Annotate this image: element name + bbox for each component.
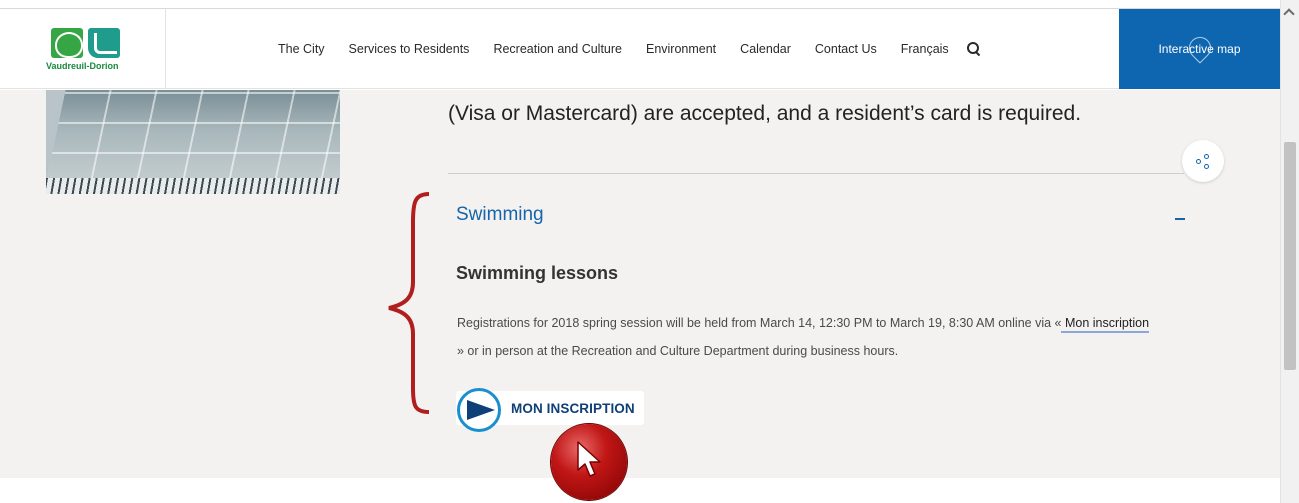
intro-paragraph: (Visa or Mastercard) are accepted, and a… (448, 102, 1082, 125)
main-content: (Visa or Mastercard) are accepted, and a… (0, 90, 1280, 478)
nav-item-environment[interactable]: Environment (646, 42, 716, 56)
scroll-up-arrow-icon[interactable] (1283, 8, 1295, 20)
scroll-thumb[interactable] (1284, 142, 1296, 370)
registration-text-line-1: Registrations for 2018 spring session wi… (457, 316, 1150, 333)
nav-item-contact-us[interactable]: Contact Us (815, 42, 877, 56)
section-heading: Swimming lessons (456, 263, 619, 283)
interactive-map-button[interactable]: Interactive map (1119, 9, 1280, 89)
site-logo[interactable]: Vaudreuil-Dorion (0, 9, 166, 89)
mon-inscription-label: MON INSCRIPTION (511, 400, 635, 416)
page-scrollbar[interactable] (1280, 0, 1299, 503)
nav-item-language-francais[interactable]: Français (901, 42, 949, 56)
minus-icon[interactable] (1175, 218, 1185, 220)
mon-inscription-button[interactable]: MON INSCRIPTION (456, 388, 644, 432)
site-header: Vaudreuil-Dorion The City Services to Re… (0, 9, 1280, 89)
share-button[interactable] (1182, 140, 1224, 182)
section-divider (448, 173, 1184, 174)
map-pin-icon (1184, 32, 1216, 64)
registration-text: Registrations for 2018 spring session wi… (457, 316, 1062, 330)
nav-item-services-to-residents[interactable]: Services to Residents (349, 42, 470, 56)
nav-item-the-city[interactable]: The City (278, 42, 325, 56)
arrow-logo-icon (457, 388, 501, 432)
logo-icons (51, 28, 120, 58)
pool-grate (46, 178, 340, 194)
registration-text-line-2: » or in person at the Recreation and Cul… (457, 344, 899, 358)
nav-item-calendar[interactable]: Calendar (740, 42, 791, 56)
accordion-swimming-toggle[interactable]: Swimming (456, 204, 544, 226)
nav-item-recreation-and-culture[interactable]: Recreation and Culture (493, 42, 622, 56)
leaf-icon (88, 28, 120, 58)
clover-icon (51, 28, 83, 58)
click-cursor-icon (551, 424, 627, 500)
pool-image (46, 90, 340, 194)
logo-text: Vaudreuil-Dorion (46, 61, 119, 71)
pool-tiles (46, 90, 340, 182)
top-rule (0, 0, 1280, 9)
share-icon (1196, 154, 1210, 169)
main-nav: The City Services to Residents Recreatio… (278, 9, 981, 89)
browser-viewport: Vaudreuil-Dorion The City Services to Re… (0, 0, 1299, 503)
mon-inscription-link[interactable]: Mon inscription (1061, 316, 1150, 333)
annotation-brace (388, 192, 430, 414)
search-icon[interactable] (966, 42, 981, 56)
